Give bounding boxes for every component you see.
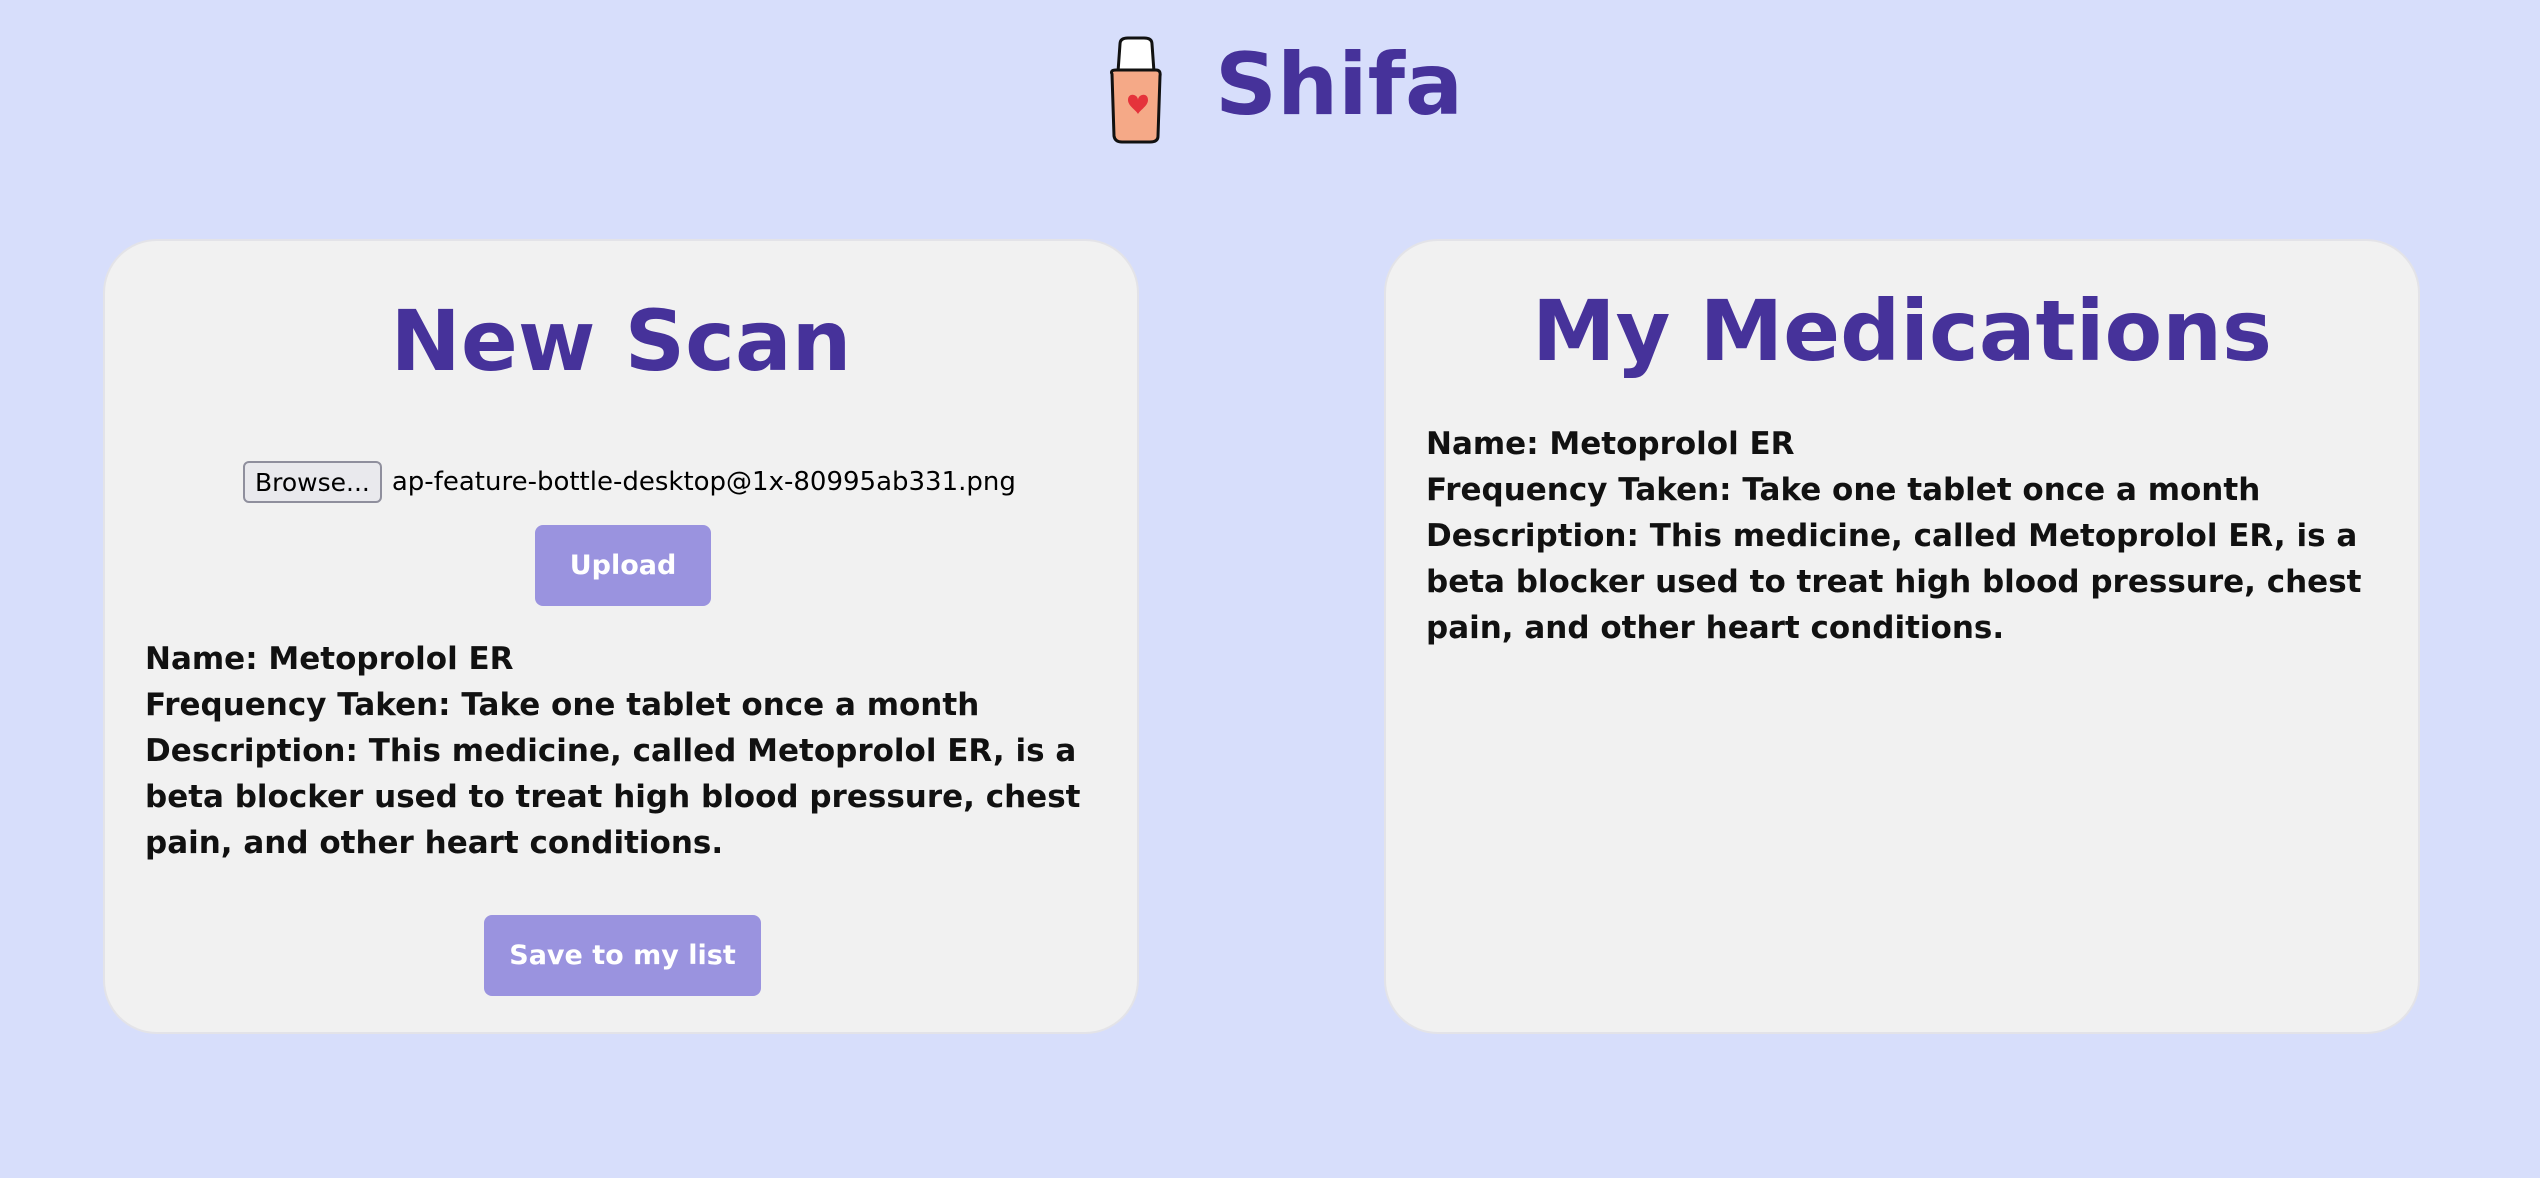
upload-button[interactable]: Upload	[535, 525, 711, 606]
med-frequency-label: Frequency Taken:	[1426, 472, 1732, 508]
medicine-bottle-heart-icon	[1100, 32, 1168, 146]
med-frequency-value: Take one tablet once a month	[461, 687, 980, 723]
med-name-line: Name: Metoprolol ER	[145, 636, 1105, 682]
med-description-line: Description: This medicine, called Metop…	[1426, 513, 2386, 651]
selected-file-name: ap-feature-bottle-desktop@1x-80995ab331.…	[391, 467, 1016, 497]
my-medications-card: My Medications Name: Metoprolol ER Frequ…	[1384, 239, 2420, 1034]
browse-button[interactable]: Browse...	[243, 461, 382, 503]
med-frequency-label: Frequency Taken:	[145, 687, 451, 723]
header: Shifa	[0, 0, 2540, 180]
med-name-line: Name: Metoprolol ER	[1426, 421, 2386, 467]
medication-list-item: Name: Metoprolol ER Frequency Taken: Tak…	[1426, 421, 2386, 651]
med-frequency-line: Frequency Taken: Take one tablet once a …	[1426, 467, 2386, 513]
med-description-line: Description: This medicine, called Metop…	[145, 728, 1105, 866]
new-scan-card: New Scan Browse... ap-feature-bottle-des…	[103, 239, 1139, 1034]
med-name-value: Metoprolol ER	[1549, 426, 1795, 462]
med-name-label: Name:	[145, 641, 258, 677]
scan-result: Name: Metoprolol ER Frequency Taken: Tak…	[145, 636, 1105, 866]
app-title: Shifa	[1215, 35, 1464, 135]
med-frequency-value: Take one tablet once a month	[1742, 472, 2261, 508]
my-medications-title: My Medications	[1531, 282, 2272, 380]
med-description-label: Description:	[145, 733, 358, 769]
med-name-label: Name:	[1426, 426, 1539, 462]
new-scan-title: New Scan	[390, 292, 852, 390]
med-frequency-line: Frequency Taken: Take one tablet once a …	[145, 682, 1105, 728]
med-name-value: Metoprolol ER	[268, 641, 514, 677]
save-to-list-button[interactable]: Save to my list	[484, 915, 761, 996]
file-picker: Browse... ap-feature-bottle-desktop@1x-8…	[243, 461, 1016, 503]
med-description-label: Description:	[1426, 518, 1639, 554]
